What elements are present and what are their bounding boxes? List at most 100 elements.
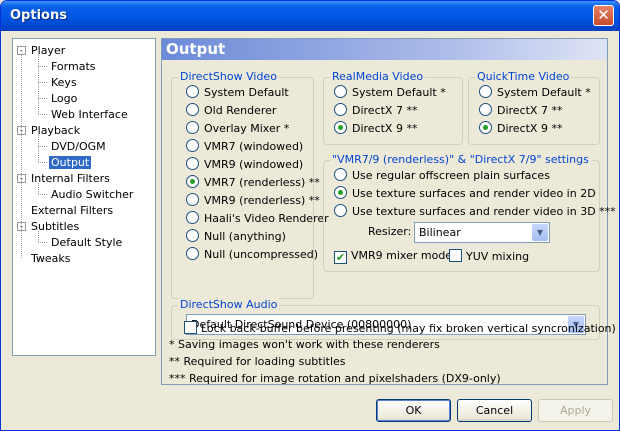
ok-button[interactable]: OK	[376, 399, 451, 422]
checkbox[interactable]: ✔	[334, 251, 347, 264]
tree-item-default-style[interactable]: Default Style	[49, 235, 124, 250]
radio-label: VMR9 (renderless) **	[204, 194, 320, 207]
page-title: Output	[162, 39, 607, 60]
tree-item-formats[interactable]: Formats	[49, 59, 98, 74]
note-1: * Saving images won't work with these re…	[169, 338, 440, 351]
note-3: *** Required for image rotation and pixe…	[169, 372, 501, 385]
tree-item-internal-filters[interactable]: Internal Filters	[29, 171, 112, 186]
radio-label: Null (anything)	[204, 230, 286, 243]
radio-button[interactable]	[186, 247, 199, 260]
radio-directx-7[interactable]: DirectX 7 **	[334, 103, 417, 117]
radio-button[interactable]	[186, 229, 199, 242]
title-bar[interactable]: Options ✕	[1, 1, 619, 31]
radio-button[interactable]	[186, 139, 199, 152]
radio-vmr9-windowed[interactable]: VMR9 (windowed)	[186, 157, 303, 171]
radio-button[interactable]	[479, 85, 492, 98]
realmedia-video-legend: RealMedia Video	[330, 70, 426, 83]
lock-backbuffer-checkbox[interactable]: Lock back-buffer before presenting (may …	[184, 321, 616, 335]
tree-item-label: Keys	[51, 76, 77, 89]
chevron-down-icon[interactable]: ▼	[532, 224, 548, 241]
tree-item-tweaks[interactable]: Tweaks	[29, 251, 73, 266]
radio-use-regular-offscreen-plain-surfaces[interactable]: Use regular offscreen plain surfaces	[334, 168, 550, 182]
tree-connector	[38, 135, 39, 162]
tree-connector	[38, 98, 47, 99]
radio-overlay-mixer[interactable]: Overlay Mixer *	[186, 121, 289, 135]
radio-button[interactable]	[334, 204, 347, 217]
options-window: Options ✕ Player - Formats Keys Logo Web Inte…	[0, 0, 620, 431]
radio-button[interactable]	[186, 85, 199, 98]
realmedia-video-group: RealMedia Video System Default * DirectX …	[323, 70, 463, 145]
radio-directx-7[interactable]: DirectX 7 **	[479, 103, 562, 117]
dialog-client: Player - Formats Keys Logo Web Interface Playb…	[4, 31, 616, 428]
tree-item-dvd-ogm[interactable]: DVD/OGM	[49, 139, 108, 154]
apply-button[interactable]: Apply	[538, 399, 613, 422]
radio-button[interactable]	[186, 103, 199, 116]
options-tree[interactable]: Player - Formats Keys Logo Web Interface Playb…	[12, 38, 156, 356]
radio-use-texture-surfaces-and-render-video-in-3d[interactable]: Use texture surfaces and render video in…	[334, 204, 616, 218]
vmr9-mixer-checkbox[interactable]: ✔ VMR9 mixer mode	[334, 249, 453, 264]
resizer-label: Resizer:	[368, 225, 412, 238]
radio-system-default[interactable]: System Default	[186, 85, 289, 99]
radio-vmr9-renderless[interactable]: VMR9 (renderless) **	[186, 193, 320, 207]
radio-label: DirectX 9 **	[497, 122, 563, 135]
radio-button[interactable]	[186, 211, 199, 224]
radio-label: System Default *	[497, 86, 591, 99]
radio-button[interactable]	[186, 193, 199, 206]
radio-system-default[interactable]: System Default *	[479, 85, 591, 99]
tree-connector	[38, 242, 47, 243]
radio-button[interactable]	[334, 103, 347, 116]
tree-connector	[38, 183, 39, 194]
tree-item-logo[interactable]: Logo	[49, 91, 79, 106]
tree-item-web-interface[interactable]: Web Interface	[49, 107, 130, 122]
tree-connector	[38, 258, 47, 259]
tree-item-label: Player	[31, 44, 66, 57]
radio-null-anything[interactable]: Null (anything)	[186, 229, 286, 243]
tree-item-audio-switcher[interactable]: Audio Switcher	[49, 187, 135, 202]
radio-label: Use regular offscreen plain surfaces	[352, 169, 550, 182]
resizer-value: Bilinear	[419, 226, 461, 239]
radio-button[interactable]	[186, 175, 199, 188]
radio-button[interactable]	[186, 121, 199, 134]
radio-label: Use texture surfaces and render video in…	[352, 205, 616, 218]
tree-item-keys[interactable]: Keys	[49, 75, 79, 90]
tree-item-player[interactable]: Player	[29, 43, 67, 58]
radio-button[interactable]	[334, 186, 347, 199]
radio-vmr7-windowed[interactable]: VMR7 (windowed)	[186, 139, 303, 153]
tree-item-label: DVD/OGM	[51, 140, 106, 153]
window-title: Options	[10, 8, 67, 23]
tree-item-output[interactable]: Output	[49, 155, 92, 170]
tree-item-label: Playback	[31, 124, 81, 137]
radio-button[interactable]	[479, 121, 492, 134]
radio-null-uncompressed[interactable]: Null (uncompressed)	[186, 247, 318, 261]
cancel-button[interactable]: Cancel	[457, 399, 532, 422]
tree-item-label: Output	[49, 156, 92, 169]
radio-directx-9[interactable]: DirectX 9 **	[334, 121, 417, 135]
checkbox[interactable]	[449, 249, 462, 262]
vmr9-mixer-label: VMR9 mixer mode	[351, 249, 453, 262]
radio-vmr7-renderless[interactable]: VMR7 (renderless) **	[186, 175, 320, 189]
tree-connector	[38, 82, 47, 83]
collapse-icon[interactable]: -	[17, 46, 26, 55]
radio-label: Old Renderer	[204, 104, 277, 117]
tree-item-label: Internal Filters	[31, 172, 110, 185]
yuv-mixing-checkbox[interactable]: YUV mixing	[449, 249, 529, 263]
radio-button[interactable]	[334, 85, 347, 98]
radio-directx-9[interactable]: DirectX 9 **	[479, 121, 562, 135]
radio-use-texture-surfaces-and-render-video-in-2d[interactable]: Use texture surfaces and render video in…	[334, 186, 596, 200]
resizer-select[interactable]: Bilinear ▼	[414, 222, 550, 243]
radio-button[interactable]	[334, 168, 347, 181]
radio-system-default[interactable]: System Default *	[334, 85, 446, 99]
radio-label: VMR7 (renderless) **	[204, 176, 320, 189]
quicktime-video-group: QuickTime Video System Default * DirectX …	[468, 70, 600, 145]
directshow-video-legend: DirectShow Video	[178, 70, 279, 83]
close-button[interactable]: ✕	[593, 5, 614, 26]
radio-haali-s-video-renderer[interactable]: Haali's Video Renderer	[186, 211, 329, 225]
checkbox[interactable]	[184, 321, 197, 334]
radio-old-renderer[interactable]: Old Renderer	[186, 103, 276, 117]
tree-connector	[38, 146, 47, 147]
radio-button[interactable]	[479, 103, 492, 116]
radio-button[interactable]	[186, 157, 199, 170]
radio-button[interactable]	[334, 121, 347, 134]
tree-item-subtitles[interactable]: Subtitles	[29, 219, 81, 234]
tree-item-playback[interactable]: Playback	[29, 123, 82, 138]
